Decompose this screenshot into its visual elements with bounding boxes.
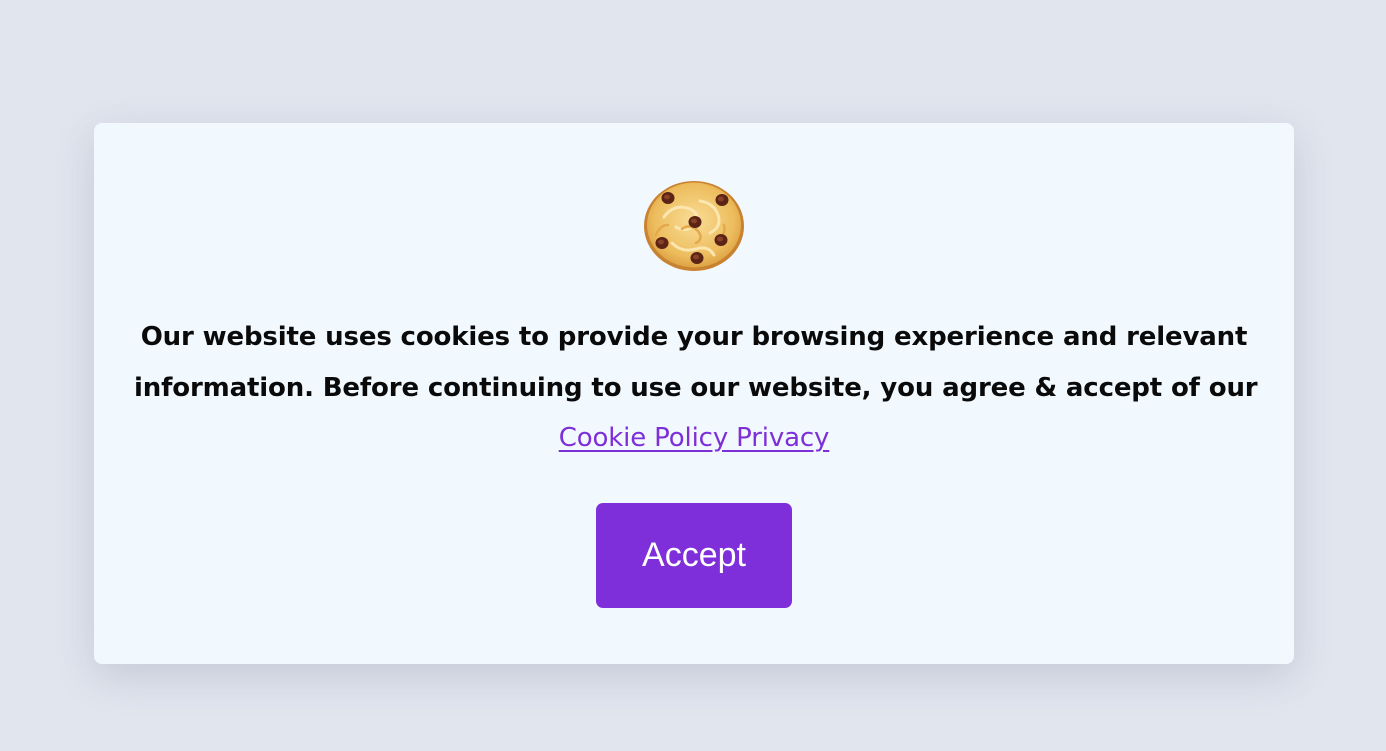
cookie-message-line-2: information. Before continuing to use ou… [134,372,1258,403]
cookie-icon [642,179,746,273]
cookie-message-line-1: Our website uses cookies to provide your… [140,322,1248,352]
policy-link-line: Cookie Policy Privacy [134,413,1254,464]
cookie-message: Our website uses cookies to provide your… [134,312,1258,464]
accept-button[interactable]: Accept [596,503,792,608]
cookie-policy-link[interactable]: Cookie Policy Privacy [559,423,830,453]
cookie-consent-card: Our website uses cookies to provide your… [94,123,1294,664]
